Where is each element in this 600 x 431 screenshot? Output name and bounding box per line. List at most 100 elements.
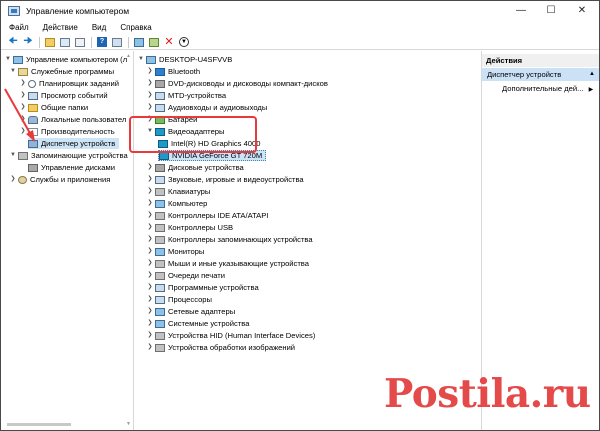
forward-arrow-icon[interactable]: 🠊: [21, 36, 35, 49]
device-category-usb[interactable]: ❯ Контроллеры USB: [146, 222, 233, 233]
collapse-chevron-icon[interactable]: ▼: [137, 54, 145, 65]
camera-icon: [155, 343, 165, 352]
actions-section-device-manager[interactable]: Диспетчер устройств ▲: [482, 68, 599, 81]
mouse-icon: [155, 259, 165, 268]
highlight-box-display-adapters: [129, 116, 257, 153]
close-button[interactable]: ✕: [567, 1, 597, 20]
red-pointer-arrow: [4, 88, 35, 142]
mtd-device-icon: [155, 91, 165, 100]
menu-help[interactable]: Справка: [113, 23, 158, 32]
expand-chevron-icon[interactable]: ❯: [146, 306, 154, 317]
device-category-network[interactable]: ❯ Сетевые адаптеры: [146, 306, 235, 317]
scroll-thumb[interactable]: [7, 423, 71, 426]
ide-controller-icon: [155, 211, 165, 220]
scroll-up-icon[interactable]: ▲: [126, 53, 131, 59]
device-category-dvd[interactable]: ❯ DVD-дисководы и дисководы компакт-диск…: [146, 78, 328, 89]
toolbar-separator: [128, 36, 129, 48]
device-category-label: Программные устройства: [168, 283, 259, 292]
printer-icon: [155, 271, 165, 280]
expand-chevron-icon[interactable]: ❯: [146, 318, 154, 329]
device-category-computer[interactable]: ❯ Компьютер: [146, 198, 207, 209]
device-category-ide[interactable]: ❯ Контроллеры IDE ATA/ATAPI: [146, 210, 268, 221]
device-category-keyboards[interactable]: ❯ Клавиатуры: [146, 186, 210, 197]
minimize-button[interactable]: —: [506, 1, 536, 20]
device-category-audio-io[interactable]: ❯ Аудиовходы и аудиовыходы: [146, 102, 267, 113]
device-category-label: MTD-устройства: [168, 91, 227, 100]
computer-name: DESKTOP-U4SFVVB: [159, 55, 233, 64]
device-category-label: Контроллеры USB: [168, 223, 234, 232]
device-category-imaging[interactable]: ❯ Устройства обработки изображений: [146, 342, 295, 353]
device-category-label: Компьютер: [168, 199, 208, 208]
expand-chevron-icon[interactable]: ❯: [146, 258, 154, 269]
uninstall-device-icon[interactable]: ✕: [162, 36, 176, 49]
expand-chevron-icon[interactable]: ❯: [146, 234, 154, 245]
device-category-software[interactable]: ❯ Программные устройства: [146, 282, 259, 293]
expand-chevron-icon[interactable]: ❯: [146, 294, 154, 305]
action-pane-icon[interactable]: [110, 36, 124, 49]
device-category-label: Мыши и иные указывающие устройства: [168, 259, 309, 268]
back-arrow-icon[interactable]: 🠈: [6, 36, 20, 49]
tree-item-computer[interactable]: ▼ DESKTOP-U4SFVVB: [137, 54, 232, 65]
device-category-processors[interactable]: ❯ Процессоры: [146, 294, 212, 305]
monitor-icon: [155, 247, 165, 256]
software-device-icon: [155, 283, 165, 292]
up-folder-icon[interactable]: [43, 36, 57, 49]
device-category-storage-controllers[interactable]: ❯ Контроллеры запоминающих устройства: [146, 234, 312, 245]
expand-chevron-icon[interactable]: ❯: [146, 78, 154, 89]
scroll-down-icon[interactable]: ▼: [126, 421, 131, 427]
navigation-tree-pane: ▼ Управление компьютером (л ▼ Служебные …: [1, 51, 134, 430]
collapse-up-icon[interactable]: ▲: [589, 68, 595, 81]
scan-hardware-icon[interactable]: ▼: [177, 36, 191, 49]
device-category-label: Очереди печати: [168, 271, 225, 280]
device-category-label: DVD-дисководы и дисководы компакт-дисков: [168, 79, 328, 88]
device-category-label: Процессоры: [168, 295, 212, 304]
device-category-label: Дисковые устройства: [168, 163, 244, 172]
device-category-mice[interactable]: ❯ Мыши и иные указывающие устройства: [146, 258, 309, 269]
device-category-sound[interactable]: ❯ Звуковые, игровые и видеоустройства: [146, 174, 304, 185]
expand-chevron-icon[interactable]: ❯: [146, 186, 154, 197]
help-icon[interactable]: ?: [95, 36, 109, 49]
expand-chevron-icon[interactable]: ❯: [146, 210, 154, 221]
expand-chevron-icon[interactable]: ❯: [146, 102, 154, 113]
device-category-label: Звуковые, игровые и видеоустройства: [168, 175, 304, 184]
expand-chevron-icon[interactable]: ❯: [146, 66, 154, 77]
monitor-icon[interactable]: [132, 36, 146, 49]
expand-chevron-icon[interactable]: ❯: [146, 162, 154, 173]
expand-chevron-icon[interactable]: ❯: [146, 198, 154, 209]
update-driver-icon[interactable]: [147, 36, 161, 49]
expand-chevron-icon[interactable]: ❯: [146, 330, 154, 341]
properties-icon[interactable]: [73, 36, 87, 49]
dvd-drive-icon: [155, 79, 165, 88]
speaker-icon: [155, 103, 165, 112]
expand-chevron-icon[interactable]: ❯: [146, 222, 154, 233]
expand-chevron-icon[interactable]: ❯: [146, 342, 154, 353]
expand-chevron-icon[interactable]: ❯: [146, 174, 154, 185]
menu-bar: Файл Действие Вид Справка: [1, 20, 599, 35]
expand-chevron-icon[interactable]: ❯: [146, 270, 154, 281]
left-horizontal-scrollbar[interactable]: [1, 420, 125, 429]
menu-file[interactable]: Файл: [1, 23, 36, 32]
maximize-button[interactable]: ☐: [536, 1, 566, 20]
menu-view[interactable]: Вид: [85, 23, 113, 32]
actions-section-label: Диспетчер устройств: [487, 70, 562, 79]
processor-icon: [155, 295, 165, 304]
device-category-mtd[interactable]: ❯ MTD-устройства: [146, 90, 226, 101]
expand-chevron-icon[interactable]: ❯: [146, 282, 154, 293]
device-category-bluetooth[interactable]: ❯ Bluetooth: [146, 66, 200, 77]
disk-drive-icon: [155, 163, 165, 172]
toolbar: 🠈 🠊 ? ✕ ▼: [1, 35, 599, 50]
device-category-monitors[interactable]: ❯ Мониторы: [146, 246, 204, 257]
expand-chevron-icon[interactable]: ❯: [146, 246, 154, 257]
menu-action[interactable]: Действие: [36, 23, 85, 32]
show-hide-tree-icon[interactable]: [58, 36, 72, 49]
device-category-hid[interactable]: ❯ Устройства HID (Human Interface Device…: [146, 330, 315, 341]
expand-chevron-icon[interactable]: ❯: [146, 90, 154, 101]
computer-management-icon: [8, 5, 20, 16]
device-category-disk-drives[interactable]: ❯ Дисковые устройства: [146, 162, 244, 173]
device-category-print-queues[interactable]: ❯ Очереди печати: [146, 270, 225, 281]
usb-controller-icon: [155, 223, 165, 232]
device-category-system[interactable]: ❯ Системные устройства: [146, 318, 249, 329]
left-vertical-scrollbar[interactable]: ▲ ▼: [125, 51, 133, 430]
computer-icon: [155, 199, 165, 208]
more-actions-link[interactable]: Дополнительные дей... ▶: [502, 84, 593, 93]
